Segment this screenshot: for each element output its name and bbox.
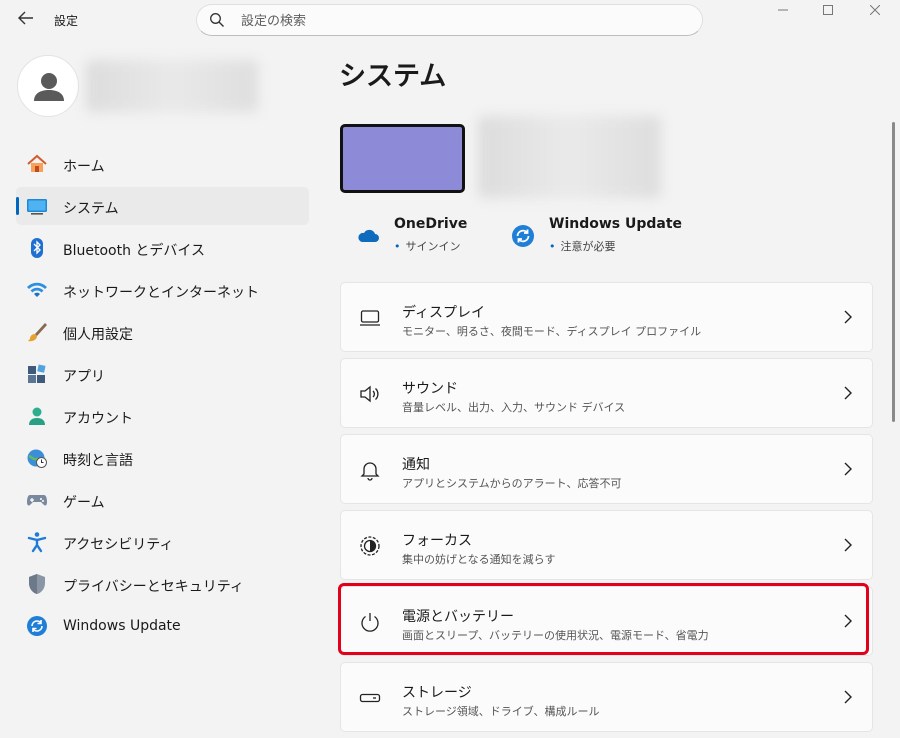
scrollbar[interactable]	[892, 122, 895, 422]
profile-info-redacted	[86, 60, 258, 112]
card-notifications[interactable]: 通知 アプリとシステムからのアラート、応答不可	[340, 434, 873, 504]
sidebar-item-label: プライバシーとセキュリティ	[63, 579, 244, 595]
sidebar-item-personalization[interactable]: 個人用設定	[16, 313, 309, 351]
card-sound[interactable]: サウンド 音量レベル、出力、入力、サウンド デバイス	[340, 358, 873, 428]
status-title: Windows Update	[549, 216, 683, 232]
card-description: 集中の妨げとなる通知を減らす	[402, 553, 556, 566]
maximize-icon	[823, 5, 833, 15]
sidebar-item-accessibility[interactable]: アクセシビリティ	[16, 523, 309, 561]
bluetooth-icon	[31, 238, 43, 258]
power-icon	[361, 613, 379, 632]
accessibility-icon	[27, 532, 47, 553]
card-title: サウンド	[402, 381, 458, 397]
minimize-icon	[778, 9, 788, 11]
account-icon	[29, 407, 45, 425]
status-subtitle-text: サインイン	[405, 240, 461, 253]
storage-icon	[359, 693, 381, 703]
chevron-right-icon	[844, 690, 852, 704]
sidebar-item-label: ホーム	[63, 159, 105, 175]
speaker-icon	[360, 385, 379, 403]
sidebar-item-label: 個人用設定	[63, 327, 133, 343]
home-icon	[27, 154, 47, 172]
cloud-icon	[358, 229, 379, 242]
sidebar-item-accounts[interactable]: アカウント	[16, 397, 309, 435]
sidebar-item-gaming[interactable]: ゲーム	[16, 481, 309, 519]
apps-icon	[28, 364, 46, 383]
update-icon	[27, 616, 47, 636]
sidebar-item-time-language[interactable]: 時刻と言語	[16, 439, 309, 477]
sidebar-item-label: ゲーム	[63, 495, 105, 511]
shield-icon	[29, 574, 45, 594]
settings-list: ディスプレイ モニター、明るさ、夜間モード、ディスプレイ プロファイル サウンド…	[340, 282, 873, 738]
card-title: ストレージ	[402, 685, 472, 701]
card-power-battery[interactable]: 電源とバッテリー 画面とスリープ、バッテリーの使用状況、電源モード、省電力	[340, 586, 873, 656]
sidebar-item-home[interactable]: ホーム	[16, 145, 309, 183]
sidebar-item-label: Windows Update	[63, 618, 181, 634]
card-title: ディスプレイ	[402, 305, 486, 321]
card-description: アプリとシステムからのアラート、応答不可	[402, 477, 622, 490]
display-icon	[360, 310, 380, 326]
title-bar: 設定	[0, 0, 900, 40]
user-avatar-icon	[34, 73, 64, 101]
chevron-right-icon	[844, 310, 852, 324]
sidebar-nav: ホーム システム Bluetooth とデバイス ネットワークとインターネット …	[16, 145, 309, 649]
sidebar-item-label: Bluetooth とデバイス	[63, 243, 205, 259]
minimize-button[interactable]	[760, 0, 806, 26]
card-display[interactable]: ディスプレイ モニター、明るさ、夜間モード、ディスプレイ プロファイル	[340, 282, 873, 352]
chevron-right-icon	[844, 462, 852, 476]
sidebar-item-network[interactable]: ネットワークとインターネット	[16, 271, 309, 309]
system-icon	[27, 199, 47, 215]
sidebar-item-label: システム	[63, 201, 119, 217]
status-subtitle: • 注意が必要	[549, 240, 616, 253]
close-button[interactable]	[852, 0, 898, 26]
brush-icon	[28, 323, 47, 342]
sidebar-item-privacy[interactable]: プライバシーとセキュリティ	[16, 565, 309, 603]
sidebar-item-label: アカウント	[63, 411, 133, 427]
card-description: ストレージ領域、ドライブ、構成ルール	[402, 705, 600, 718]
search-input[interactable]	[239, 10, 683, 32]
sidebar-item-label: アプリ	[63, 369, 105, 385]
status-title: OneDrive	[394, 216, 468, 232]
page-title: システム	[339, 61, 447, 92]
focus-icon	[360, 536, 380, 556]
card-description: モニター、明るさ、夜間モード、ディスプレイ プロファイル	[402, 325, 702, 338]
sidebar-item-apps[interactable]: アプリ	[16, 355, 309, 393]
wifi-icon	[27, 282, 47, 297]
card-title: 通知	[402, 457, 430, 473]
search-icon	[210, 13, 224, 27]
card-focus[interactable]: フォーカス 集中の妨げとなる通知を減らす	[340, 510, 873, 580]
globe-clock-icon	[27, 449, 47, 468]
chevron-right-icon	[844, 614, 852, 628]
bell-icon	[360, 462, 380, 481]
status-subtitle-text: 注意が必要	[560, 240, 616, 253]
app-title: 設定	[54, 14, 79, 28]
sidebar-item-label: 時刻と言語	[63, 453, 133, 469]
chevron-right-icon	[844, 386, 852, 400]
back-arrow-icon	[18, 11, 33, 25]
active-indicator	[16, 197, 19, 215]
sidebar-item-label: ネットワークとインターネット	[63, 285, 259, 301]
search-box[interactable]	[196, 4, 703, 36]
avatar[interactable]	[17, 55, 79, 117]
device-image	[340, 124, 465, 193]
chevron-right-icon	[844, 538, 852, 552]
card-storage[interactable]: ストレージ ストレージ領域、ドライブ、構成ルール	[340, 662, 873, 732]
card-description: 音量レベル、出力、入力、サウンド デバイス	[402, 401, 626, 414]
card-title: 電源とバッテリー	[402, 609, 514, 625]
card-description: 画面とスリープ、バッテリーの使用状況、電源モード、省電力	[402, 629, 709, 642]
sidebar-item-label: アクセシビリティ	[63, 537, 174, 553]
sidebar-item-windows-update[interactable]: Windows Update	[16, 607, 309, 645]
close-icon	[869, 4, 881, 16]
sidebar-item-system[interactable]: システム	[16, 187, 309, 225]
back-button[interactable]	[14, 10, 38, 30]
card-title: フォーカス	[402, 533, 472, 549]
device-info-redacted	[478, 116, 661, 198]
update-icon	[512, 225, 534, 247]
status-subtitle: • サインイン	[394, 240, 461, 253]
sidebar-item-bluetooth[interactable]: Bluetooth とデバイス	[16, 229, 309, 267]
gamepad-icon	[27, 495, 47, 506]
maximize-button[interactable]	[805, 0, 851, 26]
